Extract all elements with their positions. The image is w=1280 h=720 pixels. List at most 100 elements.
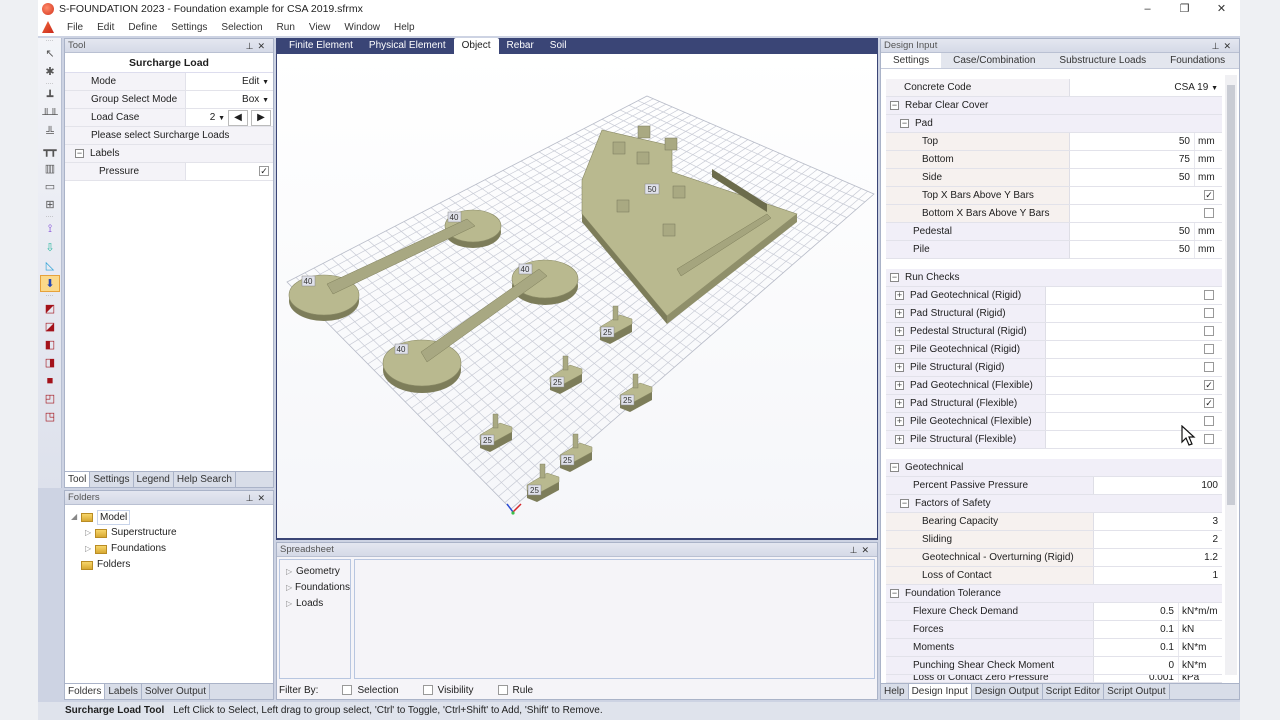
tab-folders[interactable]: Folders: [65, 684, 106, 699]
expand-icon[interactable]: +: [895, 398, 904, 408]
expand-icon[interactable]: +: [895, 416, 904, 426]
tree-item-model[interactable]: ◢ Model: [71, 509, 273, 525]
strap-footing-icon[interactable]: ┳┳: [40, 142, 60, 159]
menu-run[interactable]: Run: [270, 22, 302, 33]
tab-settings[interactable]: Settings: [90, 472, 134, 487]
tab-object[interactable]: Object: [453, 38, 499, 54]
expand-icon[interactable]: +: [895, 308, 904, 318]
punching-shear-input[interactable]: 0: [1094, 657, 1178, 674]
group-select-dropdown[interactable]: Box ▼: [186, 91, 273, 108]
sliding-input[interactable]: 2: [1094, 531, 1222, 548]
rule-checkbox[interactable]: [497, 685, 508, 696]
three-pile-cap-icon[interactable]: ╩: [40, 124, 60, 141]
concrete-code-dropdown[interactable]: CSA 19 ▼: [1070, 79, 1222, 96]
tree-item-foundations[interactable]: ▷ Foundations: [71, 541, 273, 557]
run-check-checkbox[interactable]: [1204, 416, 1214, 427]
pile-cap[interactable]: 25: [549, 355, 583, 394]
expand-icon[interactable]: +: [895, 362, 904, 372]
next-load-case-button[interactable]: ▶: [251, 109, 271, 126]
restore-button[interactable]: ❐: [1166, 0, 1203, 18]
tab-design-output[interactable]: Design Output: [972, 684, 1043, 699]
tab-design-input[interactable]: Design Input: [908, 684, 972, 699]
cover-pile-input[interactable]: 50: [1070, 241, 1194, 258]
toolbar-grip[interactable]: ····: [38, 38, 61, 44]
view-cube-bottom-icon[interactable]: ◳: [40, 408, 60, 425]
pressure-checkbox[interactable]: ✓: [259, 166, 269, 177]
tree-item-folders[interactable]: Folders: [71, 557, 273, 573]
view-cube-iso-icon[interactable]: ◩: [40, 300, 60, 317]
tab-foundations[interactable]: Foundations: [1158, 53, 1237, 68]
pile-cap[interactable]: 25: [479, 413, 513, 452]
pin-icon[interactable]: ⊥: [246, 41, 258, 51]
surcharge-load-icon[interactable]: ⬇: [40, 275, 60, 292]
pin-icon[interactable]: ⊥: [1212, 41, 1224, 51]
expanded-arrow-icon[interactable]: ◢: [71, 509, 81, 525]
select-arrow-icon[interactable]: ↖: [40, 45, 60, 62]
bottom-x-bars-checkbox[interactable]: [1204, 208, 1214, 219]
tab-settings[interactable]: Settings: [881, 53, 942, 68]
collapsed-arrow-icon[interactable]: ▷: [286, 596, 296, 612]
expand-icon[interactable]: +: [895, 290, 904, 300]
tab-physical-element[interactable]: Physical Element: [361, 38, 454, 54]
tree-item-loads[interactable]: ▷ Loads: [280, 596, 350, 612]
run-check-checkbox[interactable]: [1204, 290, 1214, 301]
tab-script-editor[interactable]: Script Editor: [1043, 684, 1105, 699]
forces-input[interactable]: 0.1: [1094, 621, 1178, 638]
menu-help[interactable]: Help: [387, 22, 422, 33]
collapse-icon[interactable]: −: [890, 272, 899, 282]
run-check-checkbox[interactable]: [1204, 362, 1214, 373]
menu-selection[interactable]: Selection: [214, 22, 269, 33]
collapsed-arrow-icon[interactable]: ▷: [85, 541, 95, 557]
cover-pedestal-input[interactable]: 50: [1070, 223, 1194, 240]
menu-file[interactable]: File: [60, 22, 90, 33]
tab-help-search[interactable]: Help Search: [174, 472, 236, 487]
tab-rebar[interactable]: Rebar: [499, 38, 542, 54]
app-menu-icon[interactable]: [42, 21, 54, 33]
run-check-checkbox[interactable]: ✓: [1204, 398, 1214, 409]
pile-cap[interactable]: 25: [619, 373, 653, 412]
flexure-demand-input[interactable]: 0.5: [1094, 603, 1178, 620]
close-button[interactable]: ✕: [1203, 0, 1240, 18]
cover-bottom-input[interactable]: 75: [1070, 151, 1194, 168]
menu-view[interactable]: View: [302, 22, 338, 33]
view-cube-back-icon[interactable]: ■: [40, 372, 60, 389]
filter-selection[interactable]: Selection: [324, 685, 399, 696]
menu-settings[interactable]: Settings: [164, 22, 214, 33]
bearing-capacity-input[interactable]: 3: [1094, 513, 1222, 530]
tab-labels[interactable]: Labels: [105, 684, 142, 699]
surface-load-icon[interactable]: ⇩: [40, 239, 60, 256]
pad-footing-icon[interactable]: ┻: [40, 88, 60, 105]
expand-icon[interactable]: +: [895, 344, 904, 354]
tab-soil[interactable]: Soil: [542, 38, 575, 54]
expand-icon[interactable]: +: [895, 326, 904, 336]
menu-edit[interactable]: Edit: [90, 22, 121, 33]
tab-legend[interactable]: Legend: [134, 472, 174, 487]
node-snap-icon[interactable]: ✱: [40, 63, 60, 80]
pile-cap[interactable]: 25: [559, 433, 593, 472]
run-check-checkbox[interactable]: [1204, 308, 1214, 319]
toolbar-grip[interactable]: ····: [38, 293, 61, 299]
run-check-checkbox[interactable]: ✓: [1204, 380, 1214, 391]
load-case-dropdown[interactable]: 2 ▼: [210, 109, 225, 127]
tree-item-foundations[interactable]: ▷ Foundations: [280, 580, 350, 596]
cover-top-input[interactable]: 50: [1070, 133, 1194, 150]
spreadsheet-grid[interactable]: [354, 559, 875, 679]
pile-cap[interactable]: 25: [526, 463, 560, 502]
menu-define[interactable]: Define: [121, 22, 164, 33]
pile-group-icon[interactable]: ▥: [40, 160, 60, 177]
run-check-checkbox[interactable]: [1204, 344, 1214, 355]
tree-item-geometry[interactable]: ▷ Geometry: [280, 564, 350, 580]
loss-zero-pressure-input[interactable]: 0.001: [1094, 675, 1178, 682]
expand-icon[interactable]: +: [895, 380, 904, 390]
point-load-icon[interactable]: ⟟: [40, 221, 60, 238]
view-cube-top-icon[interactable]: ◪: [40, 318, 60, 335]
two-pile-cap-icon[interactable]: ╨╨: [40, 106, 60, 123]
tab-finite-element[interactable]: Finite Element: [281, 38, 361, 54]
collapsed-arrow-icon[interactable]: ▷: [286, 580, 295, 596]
collapse-icon[interactable]: −: [900, 118, 909, 128]
menu-window[interactable]: Window: [337, 22, 387, 33]
collapsed-arrow-icon[interactable]: ▷: [85, 525, 95, 541]
collapse-icon[interactable]: −: [890, 100, 899, 110]
filter-rule[interactable]: Rule: [480, 685, 533, 696]
overturning-input[interactable]: 1.2: [1094, 549, 1222, 566]
